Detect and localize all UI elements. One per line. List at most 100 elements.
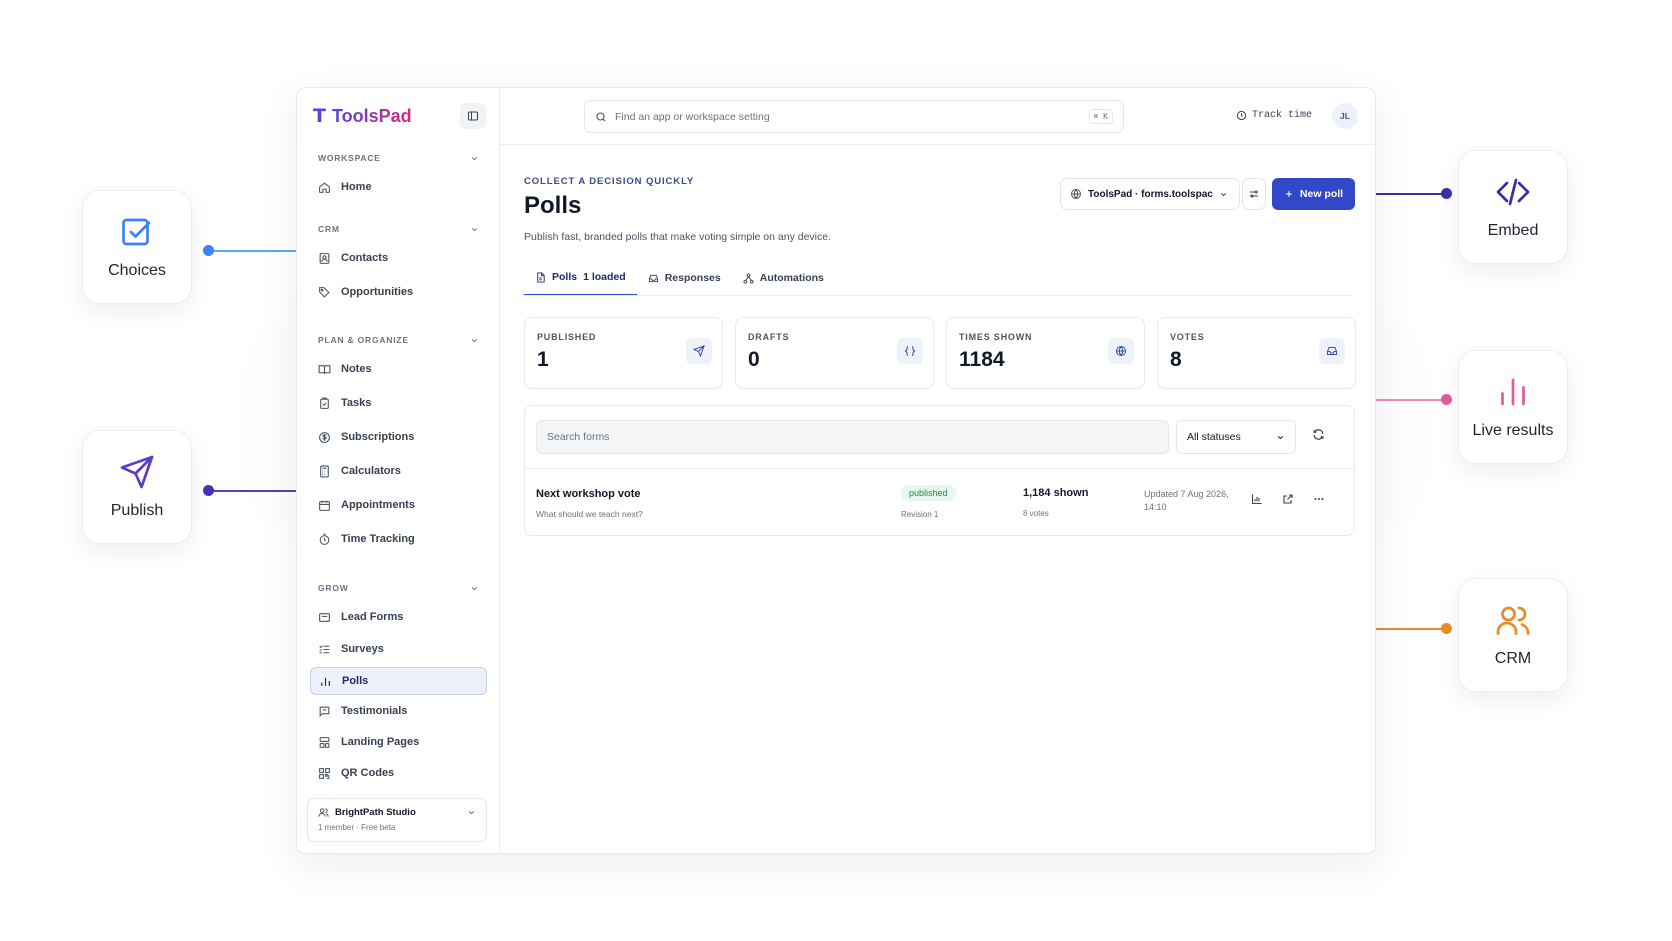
form-icon <box>319 612 330 622</box>
status-filter-select[interactable]: All statuses <box>1176 420 1296 454</box>
bar-chart-icon <box>1251 494 1262 505</box>
workspace-domain-select[interactable]: ToolsPad · forms.toolspac <box>1060 178 1240 210</box>
brand-name: ToolsPad <box>331 105 412 126</box>
sidebar-item-contacts[interactable]: Contacts <box>310 244 487 272</box>
section-plan-organize[interactable]: PLAN & ORGANIZE <box>310 333 487 347</box>
inbox-icon <box>648 274 658 282</box>
page-eyebrow: COLLECT A DECISION QUICKLY <box>524 176 695 187</box>
sidebar-item-calculators[interactable]: Calculators <box>310 457 487 485</box>
new-poll-button[interactable]: New poll <box>1272 178 1355 210</box>
search-forms-input[interactable]: Search forms <box>536 420 1169 454</box>
stat-card-votes: VOTES 8 <box>1157 317 1356 389</box>
sidebar-item-label: Time Tracking <box>341 533 415 545</box>
sidebar-item-testimonials[interactable]: Testimonials <box>310 697 487 725</box>
track-time-label: Track time <box>1252 110 1313 121</box>
automation-icon <box>743 272 754 284</box>
more-options-button[interactable] <box>1313 493 1326 506</box>
stats-row: PUBLISHED 1 DRAFTS 0 TIMES SHOWN 1184 VO… <box>524 317 1356 389</box>
calendar-icon <box>319 500 330 511</box>
sidebar-item-polls[interactable]: Polls <box>310 667 487 695</box>
sidebar-item-label: QR Codes <box>341 767 395 779</box>
contacts-icon <box>319 252 330 264</box>
sidebar-item-appointments[interactable]: Appointments <box>310 491 487 519</box>
page-subtitle: Publish fast, branded polls that make vo… <box>524 231 832 243</box>
sidebar-item-opportunities[interactable]: Opportunities <box>310 278 487 306</box>
revision-label: Revision 1 <box>901 510 939 519</box>
inbox-icon <box>1327 347 1337 355</box>
section-title: WORKSPACE <box>318 153 381 163</box>
table-row[interactable]: Next workshop vote What should we teach … <box>525 468 1354 536</box>
feature-label: Publish <box>110 502 164 519</box>
users-icon <box>318 808 329 817</box>
sidebar-item-lead-forms[interactable]: Lead Forms <box>310 603 487 631</box>
select-value: All statuses <box>1187 431 1241 443</box>
tag-icon <box>319 286 330 298</box>
sidebar-item-subscriptions[interactable]: Subscriptions <box>310 423 487 451</box>
section-workspace[interactable]: WORKSPACE <box>310 151 487 165</box>
sidebar-item-label: Calculators <box>341 465 401 477</box>
poll-title[interactable]: Next workshop vote <box>536 488 641 500</box>
section-title: CRM <box>318 224 340 234</box>
tab-label: Responses <box>664 272 721 284</box>
section-crm[interactable]: CRM <box>310 222 487 236</box>
poll-question: What should we teach next? <box>536 509 643 519</box>
file-icon <box>537 271 545 283</box>
sidebar-item-surveys[interactable]: Surveys <box>310 635 487 663</box>
stat-label: VOTES <box>1170 332 1205 342</box>
sidebar-item-tasks[interactable]: Tasks <box>310 389 487 417</box>
feature-label: CRM <box>1494 650 1532 667</box>
sidebar-item-qr-codes[interactable]: QR Codes <box>310 759 487 787</box>
sidebar-item-label: Polls <box>342 675 369 687</box>
stat-card-times-shown: TIMES SHOWN 1184 <box>946 317 1145 389</box>
tab-responses[interactable]: Responses <box>637 260 732 296</box>
connector-dot <box>1441 623 1452 634</box>
sidebar-item-landing-pages[interactable]: Landing Pages <box>310 728 487 756</box>
tab-bar: Polls 1 loaded Responses Automations <box>524 260 835 296</box>
book-icon <box>318 364 331 374</box>
refresh-button[interactable] <box>1312 428 1325 446</box>
users-icon <box>1496 606 1530 635</box>
section-grow[interactable]: GROW <box>310 581 487 595</box>
stat-value: 1184 <box>959 348 1005 371</box>
sidebar-item-notes[interactable]: Notes <box>310 355 487 383</box>
sidebar: T ToolsPad WORKSPACE Home CRM Contacts O… <box>297 88 500 853</box>
clipboard-icon <box>320 397 329 409</box>
tab-count: 1 loaded <box>583 271 626 283</box>
updated-timestamp: Updated 7 Aug 2026, 14:10 <box>1144 489 1229 512</box>
shown-count: 1,184 shown <box>1023 487 1089 499</box>
collapse-sidebar-button[interactable] <box>460 103 486 129</box>
results-button[interactable] <box>1251 493 1264 506</box>
stat-value: 1 <box>537 348 549 371</box>
sidebar-item-label: Tasks <box>341 397 372 409</box>
external-link-icon <box>1283 494 1293 504</box>
tab-label: Automations <box>759 272 824 284</box>
section-title: GROW <box>318 583 349 593</box>
sidebar-toggle-icon <box>468 111 478 121</box>
stat-label: PUBLISHED <box>537 332 597 342</box>
globe-icon <box>1071 189 1081 199</box>
tab-polls[interactable]: Polls 1 loaded <box>524 260 637 296</box>
open-external-button[interactable] <box>1282 493 1295 506</box>
tab-label: Polls <box>552 271 578 283</box>
top-bar: Find an app or workspace setting ⌘ K Tra… <box>500 88 1375 145</box>
feature-label: Choices <box>108 262 166 279</box>
feature-card-choices: Choices <box>82 190 192 304</box>
stat-value: 8 <box>1170 348 1182 371</box>
button-label: New poll <box>1299 188 1344 200</box>
connector-line <box>1376 628 1446 630</box>
search-icon <box>596 111 606 121</box>
sidebar-item-time-tracking[interactable]: Time Tracking <box>310 525 487 553</box>
qr-icon <box>319 767 330 779</box>
chevron-down-icon <box>1220 192 1226 196</box>
workspace-switcher[interactable]: BrightPath Studio 1 member · Free beta <box>307 798 487 842</box>
chevron-down-icon <box>1277 435 1284 439</box>
track-time-button[interactable]: Track time <box>1236 110 1312 121</box>
sidebar-item-home[interactable]: Home <box>310 173 487 201</box>
settings-button[interactable] <box>1242 178 1266 210</box>
global-search-input[interactable]: Find an app or workspace setting ⌘ K <box>584 100 1124 133</box>
search-placeholder: Search forms <box>547 431 610 443</box>
sidebar-item-label: Surveys <box>341 643 384 655</box>
avatar[interactable]: JL <box>1332 103 1358 129</box>
tab-automations[interactable]: Automations <box>732 260 835 296</box>
workspace-name: BrightPath Studio <box>335 807 416 818</box>
